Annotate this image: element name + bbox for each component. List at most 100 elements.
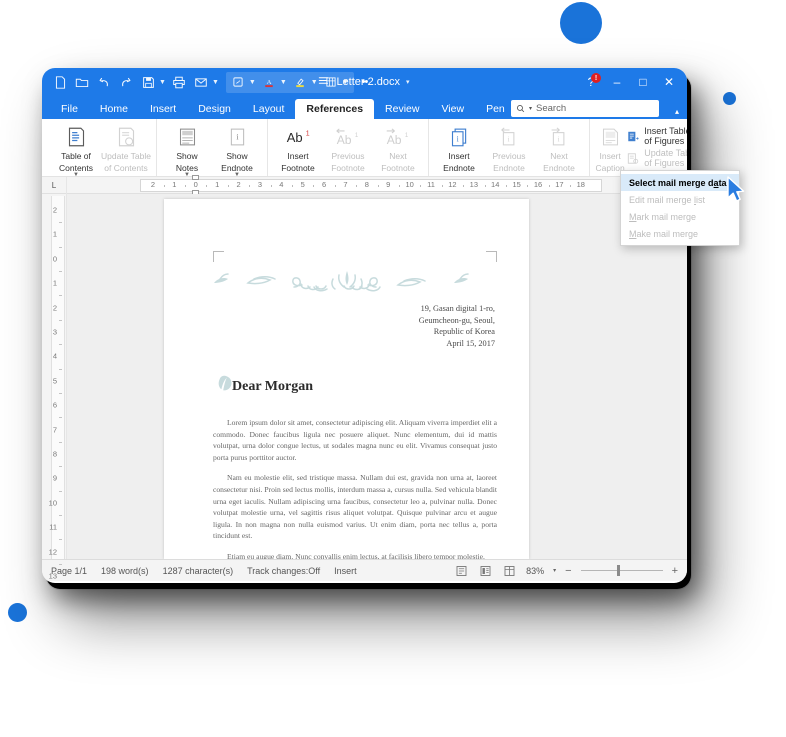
vruler-tick: 2 (52, 303, 57, 313)
ruler-tick: 15 (512, 179, 521, 189)
mail-icon[interactable] (191, 72, 211, 92)
vruler-minor-tick (59, 295, 62, 297)
update-table-label-1: Update Table (101, 151, 151, 161)
page-scroll-area[interactable]: 19, Gasan digital 1-ro, Geumcheon-gu, Se… (67, 194, 687, 559)
tab-references[interactable]: References (295, 98, 375, 119)
next-footnote-label-2: Footnote (381, 163, 415, 173)
menu-item-mark-mail-merge-label: Mark mail merge (629, 211, 697, 222)
redo-icon[interactable] (116, 72, 136, 92)
ruler-tick: 2 (236, 179, 241, 189)
ruler-tick: 7 (343, 179, 348, 189)
track-changes-status[interactable]: Track changes:Off (247, 566, 320, 576)
zoom-slider-track (580, 570, 663, 571)
address-line-3: Republic of Korea (433, 327, 495, 336)
print-icon[interactable] (169, 72, 189, 92)
insert-footnote-label-1: Insert (287, 151, 309, 161)
save-dropdown-caret[interactable]: ▼ (159, 79, 166, 86)
ruler-tick: 1 (215, 179, 220, 189)
close-button[interactable]: ✕ (657, 71, 681, 93)
svg-text:Ab: Ab (337, 133, 352, 147)
new-document-icon[interactable] (50, 72, 70, 92)
ruler-tick: 1 (172, 179, 177, 189)
hamburger-icon[interactable] (316, 73, 329, 91)
insert-endnote-button[interactable]: i Insert Endnote (434, 122, 484, 173)
ruler-tick: 5 (300, 179, 305, 189)
stamp-dropdown-caret[interactable]: ▼ (249, 79, 256, 86)
open-folder-icon[interactable] (72, 72, 92, 92)
zoom-in-button[interactable]: + (672, 565, 678, 577)
horizontal-ruler-track[interactable]: 2 1 0 1 2 3 4 5 6 7 8 9 10 11 12 13 14 15 16 17 18 (140, 174, 602, 195)
vertical-ruler[interactable]: 2 1 0 1 2 3 4 5 6 7 8 9 10 11 12 13 (42, 194, 67, 581)
character-count[interactable]: 1287 character(s) (163, 566, 234, 576)
save-icon[interactable] (138, 72, 158, 92)
font-color-icon[interactable]: A (259, 72, 279, 92)
document-body[interactable]: Lorem ipsum dolor sit amet, consectetur … (213, 417, 497, 559)
font-color-dropdown-caret[interactable]: ▼ (280, 79, 287, 86)
help-icon[interactable]: ? ! (579, 71, 603, 93)
show-endnote-icon: i (227, 125, 248, 149)
horizontal-ruler[interactable]: L 2 1 0 1 2 3 4 5 6 7 8 9 10 11 12 13 14 15 16 17 18 (42, 174, 687, 195)
ruler-minor-tick (206, 184, 208, 187)
search-input[interactable]: ▾ Search (511, 100, 659, 117)
tab-design[interactable]: Design (187, 100, 242, 120)
document-title-caret[interactable]: ▾ (406, 78, 410, 86)
text-highlight-icon[interactable] (290, 72, 310, 92)
show-notes-button[interactable]: Show Notes ▼ (162, 122, 212, 178)
reading-view-icon[interactable] (478, 564, 493, 577)
ruler-tick: 16 (533, 179, 543, 189)
word-count[interactable]: 198 word(s) (101, 566, 149, 576)
minimize-button[interactable]: – (605, 71, 629, 93)
next-endnote-icon: i (549, 125, 570, 149)
svg-text:A: A (266, 79, 271, 86)
insert-mode-status[interactable]: Insert (334, 566, 357, 576)
zoom-level[interactable]: 83% (526, 566, 544, 576)
document-page[interactable]: 19, Gasan digital 1-ro, Geumcheon-gu, Se… (164, 199, 529, 559)
ruler-minor-tick (334, 184, 336, 187)
zoom-slider[interactable] (580, 565, 663, 577)
table-of-contents-icon (66, 125, 87, 149)
first-line-indent-marker[interactable] (192, 174, 200, 180)
vruler-tick: 7 (52, 425, 57, 435)
tab-stop-selector[interactable]: L (42, 176, 67, 194)
zoom-out-button[interactable]: − (565, 565, 571, 577)
mail-dropdown-caret[interactable]: ▼ (212, 79, 219, 86)
undo-icon[interactable] (94, 72, 114, 92)
insert-caption-icon (600, 125, 621, 149)
collapse-ribbon-icon[interactable]: ▴ (675, 107, 679, 116)
tab-insert[interactable]: Insert (139, 100, 187, 120)
menu-item-select-mail-merge-data[interactable]: Select mail merge data (621, 174, 739, 191)
vruler-tick: 2 (52, 205, 57, 215)
tab-review[interactable]: Review (374, 100, 430, 120)
table-of-contents-button[interactable]: Table of Contents ▼ (51, 122, 101, 178)
tab-layout[interactable]: Layout (242, 100, 296, 120)
print-layout-view-icon[interactable] (454, 564, 469, 577)
zoom-slider-thumb[interactable] (616, 565, 620, 576)
vruler-minor-tick (59, 246, 62, 248)
search-dropdown-caret[interactable]: ▾ (529, 105, 532, 112)
tab-pen[interactable]: Pen (475, 100, 516, 120)
insert-table-of-figures-item[interactable]: Insert Table of Figures (627, 126, 687, 146)
menu-item-make-mail-merge: Make mail merge (621, 225, 739, 242)
vruler-tick: 3 (52, 327, 57, 337)
margin-corner-top-right (486, 251, 497, 262)
vruler-minor-tick (59, 344, 62, 346)
ruler-minor-tick (420, 184, 422, 187)
web-layout-view-icon[interactable] (502, 564, 517, 577)
vruler-tick: 11 (49, 522, 57, 532)
ruler-minor-tick (292, 184, 294, 187)
paragraph-2: Nam eu molestie elit, sed tristique mass… (213, 473, 497, 541)
ruler-minor-tick (185, 184, 187, 187)
ribbon-group-footnotes: Ab 1 Insert Footnote Ab 1 Previous Footnot… (268, 119, 429, 176)
tab-view[interactable]: View (430, 100, 475, 120)
ribbon-group-table-of-contents: Table of Contents ▼ Update Table of Cont… (46, 119, 157, 178)
maximize-button[interactable]: □ (631, 71, 655, 93)
tab-file[interactable]: File (50, 100, 89, 120)
insert-footnote-button[interactable]: Ab 1 Insert Footnote (273, 122, 323, 173)
show-endnote-button[interactable]: i Show Endnote ▼ (212, 122, 262, 178)
zoom-dropdown-caret[interactable]: ▾ (553, 567, 556, 574)
ribbon-references: Table of Contents ▼ Update Table of Cont… (42, 119, 687, 200)
decorative-circle-medium (723, 92, 736, 105)
highlight-stamp-icon[interactable] (228, 72, 248, 92)
svg-text:Ab: Ab (287, 130, 303, 145)
tab-home[interactable]: Home (89, 100, 139, 120)
